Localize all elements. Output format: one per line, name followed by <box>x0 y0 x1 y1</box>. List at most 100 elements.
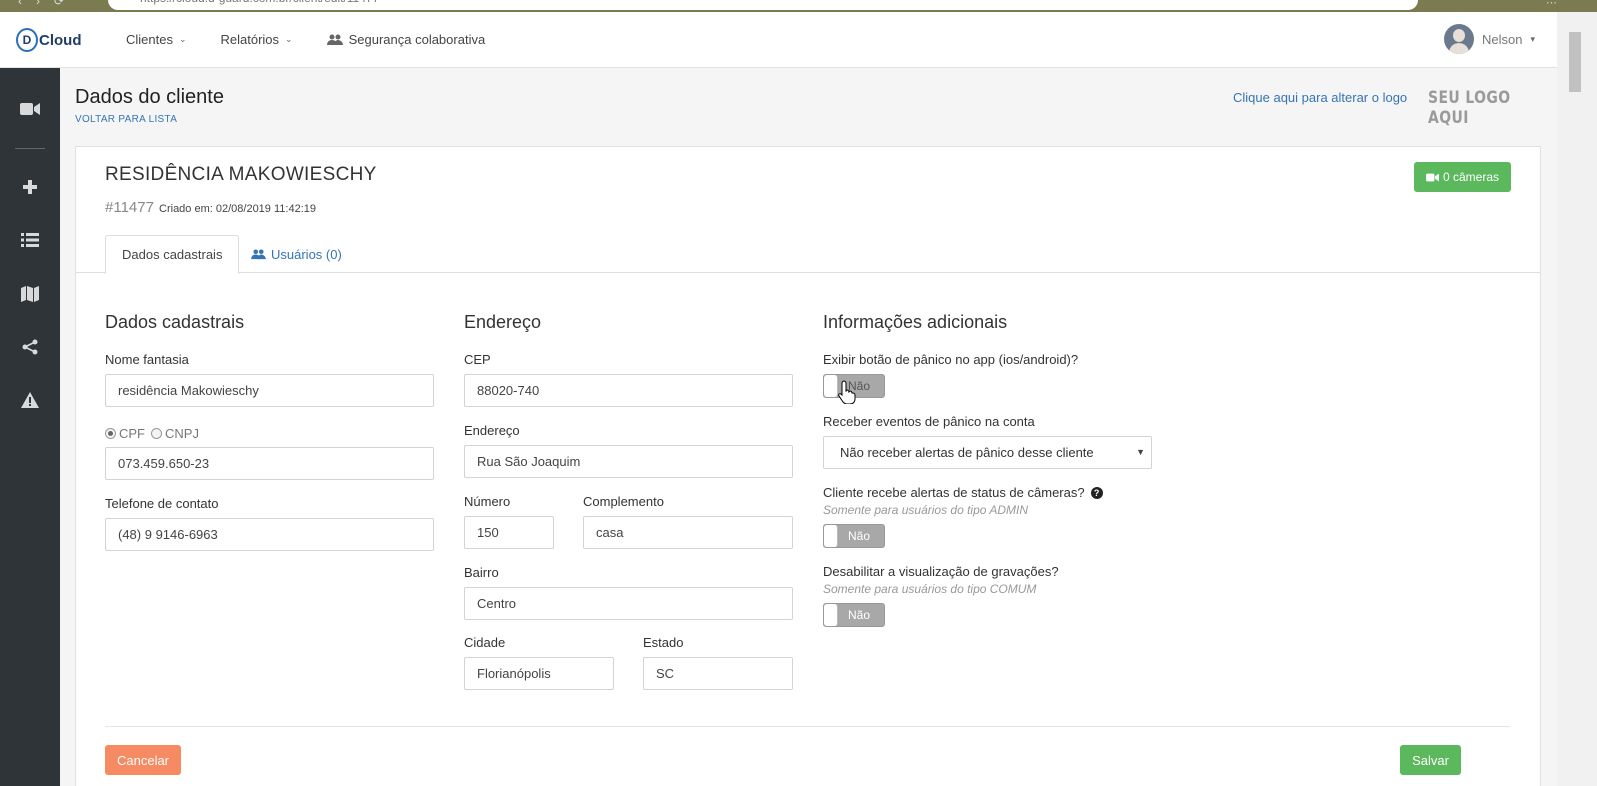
section-title-registration: Dados cadastrais <box>105 312 245 332</box>
map-icon[interactable] <box>0 279 60 309</box>
document-type-radio-group: CPF CNPJ <box>105 426 199 441</box>
sidebar-divider <box>15 148 45 149</box>
disable-recordings-hint: Somente para usuários do tipo COMUM <box>823 582 1037 596</box>
main-menu: Clientes ⌄ Relatórios ⌄ Segurança colabo… <box>126 32 485 47</box>
warning-icon[interactable] <box>0 385 60 415</box>
save-button[interactable]: Salvar <box>1400 745 1461 775</box>
form-divider <box>105 726 1510 727</box>
hand-cursor-icon <box>838 380 856 404</box>
radio-cnpj-label: CNPJ <box>165 426 199 441</box>
complement-input[interactable]: casa <box>583 516 793 549</box>
tab-bar: Dados cadastrais Usuários (0) <box>76 235 1540 274</box>
users-icon <box>251 249 266 260</box>
page-content: Dados do cliente VOLTAR PARA LISTA Cliqu… <box>60 68 1557 786</box>
disable-recordings-toggle-text: Não <box>848 608 871 622</box>
radio-cnpj[interactable] <box>151 428 162 439</box>
number-label: Número <box>464 494 511 509</box>
page-title: Dados do cliente <box>75 86 224 108</box>
trade-name-label: Nome fantasia <box>105 352 189 367</box>
toggle-knob <box>824 525 838 547</box>
list-icon[interactable] <box>0 225 60 255</box>
plus-icon[interactable] <box>0 172 60 202</box>
state-input[interactable]: SC <box>643 657 793 690</box>
logo-placeholder[interactable]: SEU LOGO AQUI <box>1428 88 1534 128</box>
brand-logo[interactable]: D Cloud <box>16 28 82 52</box>
camera-alerts-label-row: Cliente recebe alertas de status de câme… <box>823 485 1103 500</box>
client-id: #11477 <box>105 199 154 216</box>
trade-name-input[interactable]: residência Makowieschy <box>105 374 434 407</box>
browser-chrome: ‹›⟳ https://cloud.d-guard.com.br/client/… <box>0 0 1597 12</box>
state-label: Estado <box>643 635 684 650</box>
cep-input[interactable]: 88020-740 <box>464 374 793 407</box>
document-input[interactable]: 073.459.650-23 <box>105 447 434 480</box>
phone-input[interactable]: (48) 9 9146-6963 <box>105 518 434 551</box>
video-camera-icon <box>1426 173 1439 181</box>
share-icon[interactable] <box>0 332 60 362</box>
video-camera-icon[interactable] <box>0 94 60 124</box>
district-label: Bairro <box>464 565 499 580</box>
radio-cpf[interactable] <box>105 428 116 439</box>
toggle-knob <box>824 375 838 397</box>
camera-alerts-toggle-text: Não <box>848 529 871 543</box>
user-name: Nelson <box>1482 31 1523 47</box>
number-input[interactable]: 150 <box>464 516 554 549</box>
sidebar <box>0 68 60 786</box>
menu-clientes-label: Clientes <box>126 32 173 47</box>
brand-name: Cloud <box>39 31 82 49</box>
chevron-down-icon: ▾ <box>1530 33 1535 44</box>
menu-relatorios[interactable]: Relatórios ⌄ <box>221 32 293 47</box>
cancel-button[interactable]: Cancelar <box>105 745 181 775</box>
disable-recordings-toggle[interactable]: Não <box>823 603 885 627</box>
tab-usuarios-label: Usuários (0) <box>271 247 342 262</box>
browser-extensions: ⋯ <box>1546 0 1557 9</box>
radio-cpf-label: CPF <box>119 426 145 441</box>
city-label: Cidade <box>464 635 506 650</box>
cameras-button[interactable]: 0 câmeras <box>1414 162 1511 192</box>
back-to-list-link[interactable]: VOLTAR PARA LISTA <box>75 114 177 125</box>
camera-alerts-label: Cliente recebe alertas de status de câme… <box>823 485 1085 500</box>
cameras-button-label: 0 câmeras <box>1442 170 1500 184</box>
avatar <box>1444 24 1474 54</box>
tab-usuarios[interactable]: Usuários (0) <box>235 235 358 274</box>
tab-dados-cadastrais[interactable]: Dados cadastrais <box>105 235 240 274</box>
cep-label: CEP <box>464 352 491 367</box>
page-scrollbar[interactable] <box>1557 12 1597 786</box>
camera-alerts-toggle[interactable]: Não <box>823 524 885 548</box>
city-input[interactable]: Florianópolis <box>464 657 614 690</box>
menu-clientes[interactable]: Clientes ⌄ <box>126 32 187 47</box>
help-icon[interactable]: ? <box>1090 486 1103 499</box>
panic-events-label: Receber eventos de pânico na conta <box>823 414 1035 429</box>
panic-events-select[interactable]: Não receber alertas de pânico desse clie… <box>823 436 1152 469</box>
scrollbar-thumb[interactable] <box>1569 32 1581 92</box>
district-input[interactable]: Centro <box>464 587 793 620</box>
user-menu[interactable]: Nelson ▾ <box>1444 24 1535 54</box>
complement-label: Complemento <box>583 494 664 509</box>
menu-seguranca[interactable]: Segurança colaborativa <box>326 32 486 47</box>
section-title-additional: Informações adicionais <box>823 312 1008 332</box>
disable-recordings-label: Desabilitar a visualização de gravações? <box>823 564 1059 579</box>
menu-seguranca-label: Segurança colaborativa <box>348 32 486 47</box>
client-card: RESIDÊNCIA MAKOWIESCHY #11477 Criado em:… <box>75 146 1541 786</box>
brand-logo-icon: D <box>16 28 38 52</box>
change-logo-link[interactable]: Clique aqui para alterar o logo <box>1233 90 1407 105</box>
tab-dados-cadastrais-label: Dados cadastrais <box>122 247 223 262</box>
client-created: Criado em: 02/08/2019 11:42:19 <box>159 203 316 215</box>
client-name: RESIDÊNCIA MAKOWIESCHY <box>105 164 377 185</box>
street-input[interactable]: Rua São Joaquim <box>464 445 793 478</box>
panic-button-label: Exibir botão de pânico no app (ios/andro… <box>823 352 1079 367</box>
client-meta: #11477 Criado em: 02/08/2019 11:42:19 <box>105 199 316 216</box>
street-label: Endereço <box>464 423 520 438</box>
address-bar[interactable]: https://cloud.d-guard.com.br/client/edit… <box>108 0 1418 10</box>
chevron-down-icon: ⌄ <box>285 34 293 44</box>
browser-nav-arrows[interactable]: ‹›⟳ <box>18 0 78 8</box>
chevron-down-icon: ⌄ <box>178 34 187 44</box>
panic-events-selected: Não receber alertas de pânico desse clie… <box>840 445 1094 460</box>
caret-down-icon: ▼ <box>1136 447 1145 457</box>
menu-relatorios-label: Relatórios <box>220 32 280 47</box>
phone-label: Telefone de contato <box>105 496 219 511</box>
toggle-knob <box>824 604 838 626</box>
users-icon <box>326 34 343 45</box>
top-navbar: D Cloud Clientes ⌄ Relatórios ⌄ Seguranç… <box>0 12 1557 68</box>
camera-alerts-hint: Somente para usuários do tipo ADMIN <box>823 503 1028 517</box>
section-title-address: Endereço <box>464 312 542 332</box>
